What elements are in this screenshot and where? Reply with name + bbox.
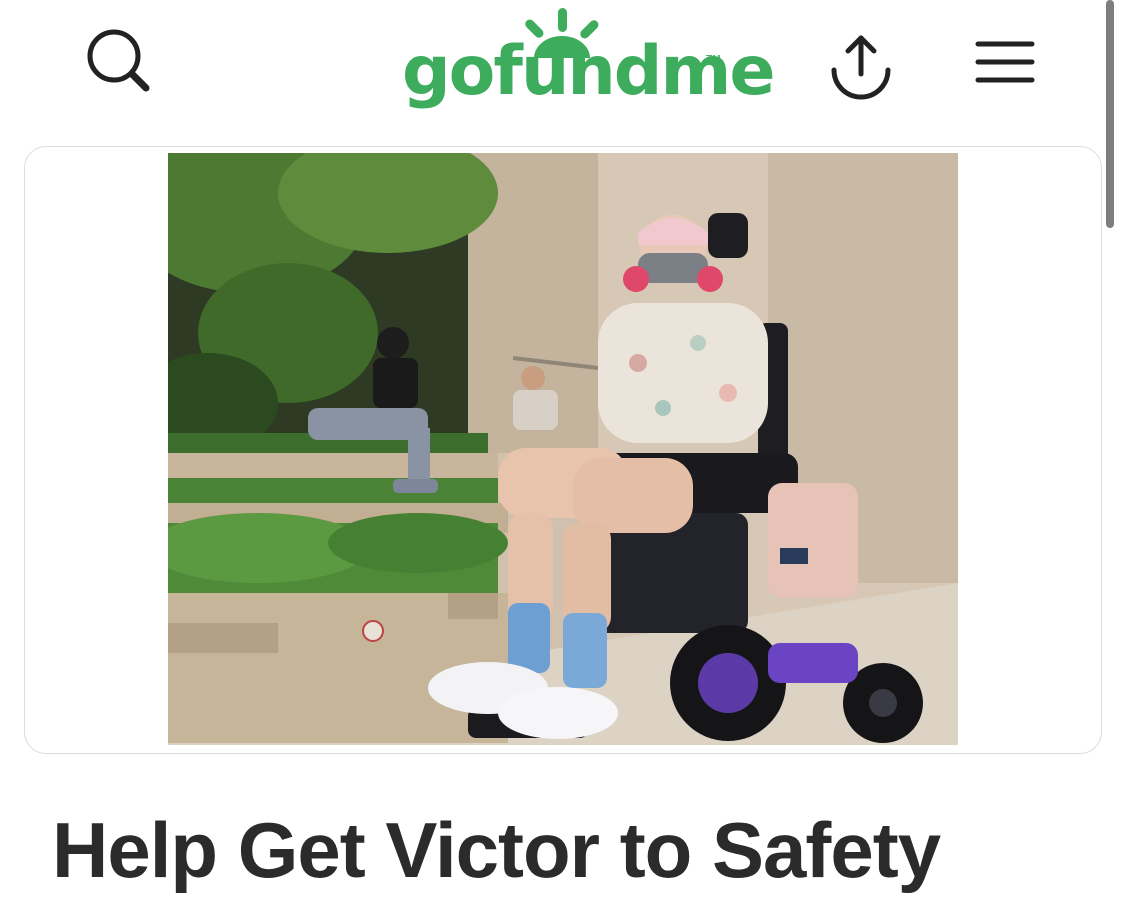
top-navigation-bar: gofundme TM	[0, 0, 1125, 130]
gofundme-logo[interactable]: gofundme TM	[400, 6, 775, 124]
campaign-media-card	[24, 146, 1102, 754]
campaign-photo-illustration	[168, 153, 958, 745]
search-icon	[87, 29, 150, 92]
logo-wordmark: gofundme	[402, 32, 775, 111]
page-scrollbar[interactable]	[1106, 0, 1114, 228]
share-button[interactable]	[826, 30, 896, 100]
logo-trademark: TM	[706, 54, 721, 65]
menu-button[interactable]	[970, 34, 1040, 94]
share-upload-icon	[831, 35, 891, 100]
search-button[interactable]	[82, 26, 156, 100]
campaign-photo[interactable]	[168, 153, 958, 745]
hamburger-menu-icon	[975, 41, 1035, 83]
page: gofundme TM Help Get Victor to Safety	[0, 0, 1125, 914]
campaign-title: Help Get Victor to Safety	[52, 806, 941, 894]
